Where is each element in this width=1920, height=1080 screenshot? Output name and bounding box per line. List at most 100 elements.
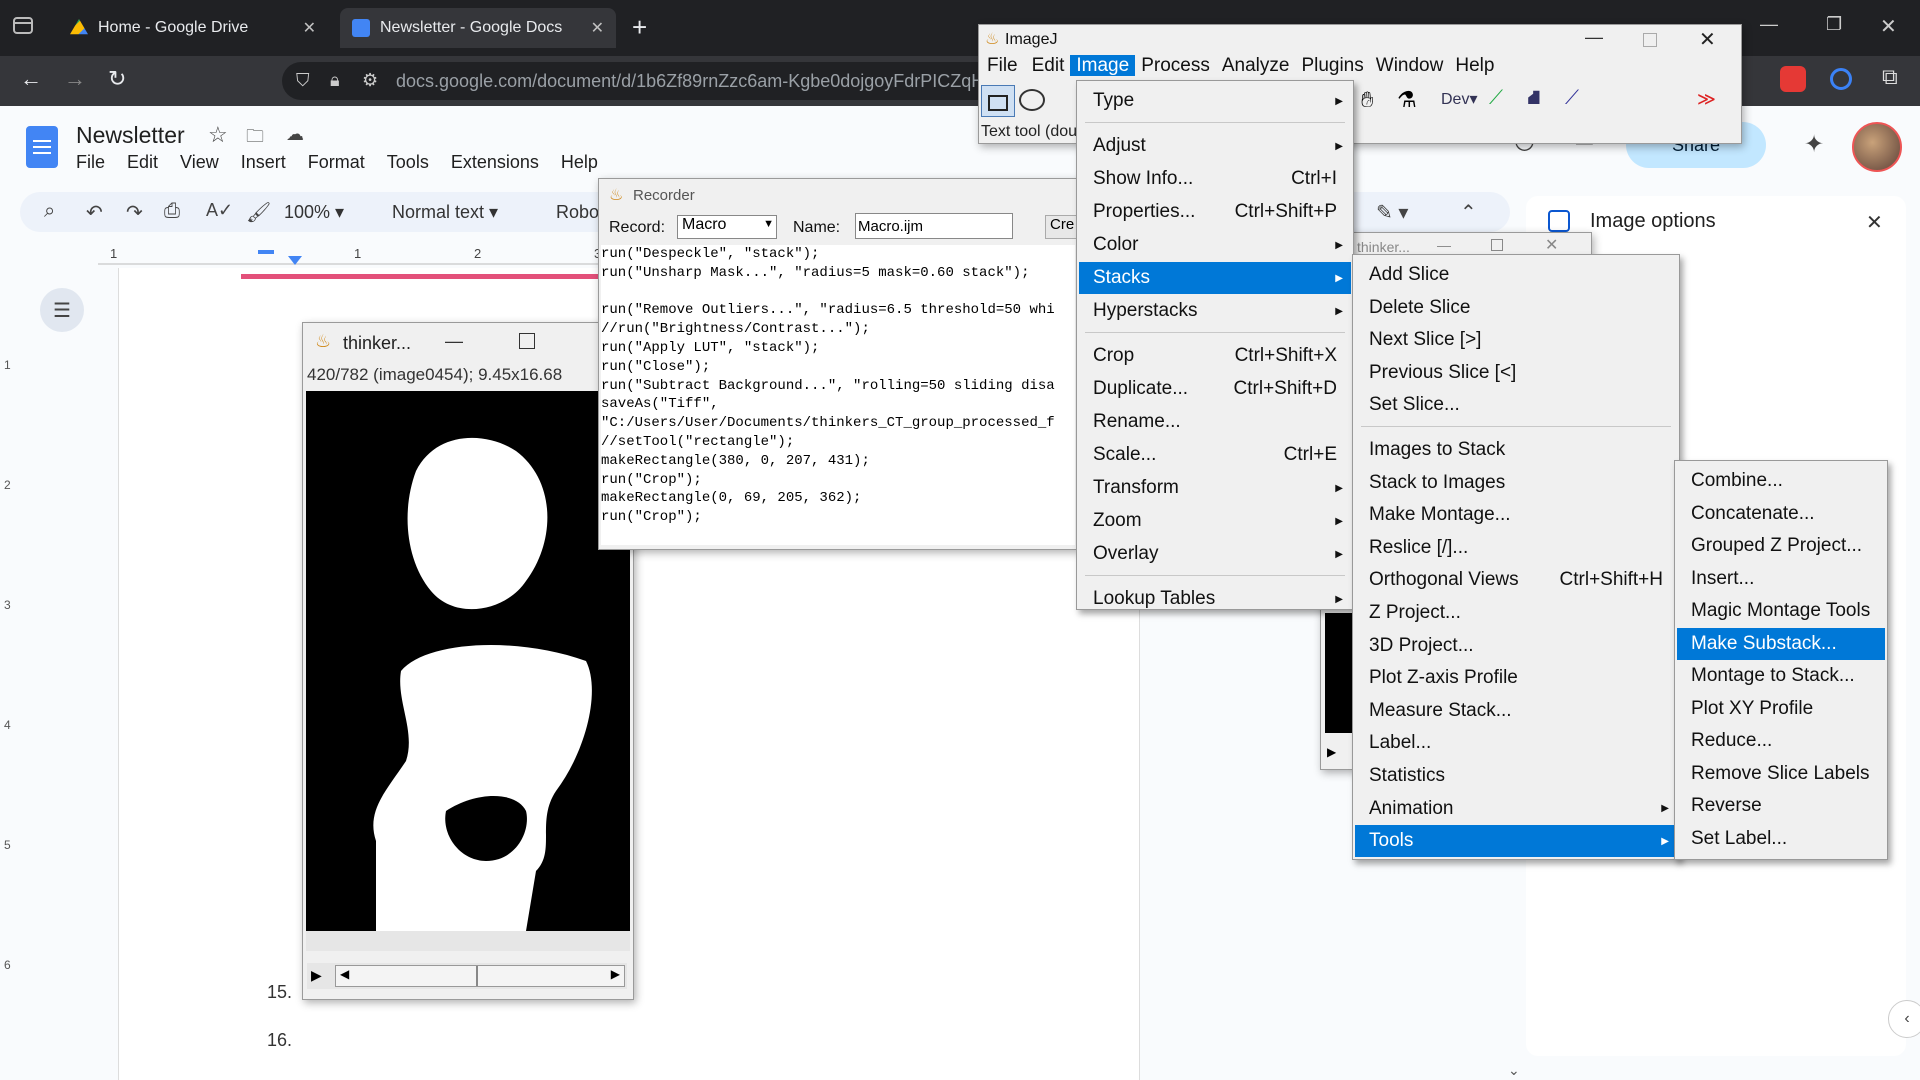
menu-item-measure-stack[interactable]: Measure Stack... bbox=[1355, 695, 1677, 727]
slider-left-arrow-icon[interactable]: ◀ bbox=[340, 967, 349, 981]
menu-edit[interactable]: Edit bbox=[127, 152, 158, 172]
forward-icon[interactable]: → bbox=[64, 66, 86, 92]
paint-format-icon[interactable]: 🖌︎ bbox=[246, 200, 271, 225]
menu-extensions[interactable]: Extensions bbox=[451, 152, 539, 172]
extension-icon[interactable] bbox=[1830, 68, 1852, 90]
menu-item-magic-montage-tools[interactable]: Magic Montage Tools bbox=[1677, 595, 1885, 627]
cloud-status-icon[interactable]: ☁ bbox=[286, 124, 304, 145]
ij-menu-edit[interactable]: Edit bbox=[1026, 55, 1071, 76]
menu-item-label[interactable]: Label... bbox=[1355, 727, 1677, 759]
rectangle-tool-icon[interactable] bbox=[981, 85, 1015, 117]
dev-tool-icon[interactable]: Dev▾ bbox=[1441, 89, 1477, 109]
menu-item-transform[interactable]: Transform ▶ bbox=[1079, 472, 1351, 504]
menu-item-animation[interactable]: Animation ▶ bbox=[1355, 793, 1677, 825]
tab-newsletter-docs[interactable]: Newsletter - Google Docs ✕ bbox=[340, 8, 616, 48]
stack-slider[interactable]: ▶ ◀ ▶ bbox=[307, 963, 627, 989]
close-browser-icon[interactable]: ✕ bbox=[1880, 14, 1897, 39]
document-outline-icon[interactable]: ☰ bbox=[40, 288, 84, 332]
menu-item-stacks[interactable]: Stacks ▶ bbox=[1079, 262, 1351, 294]
create-button[interactable]: Cre bbox=[1045, 215, 1077, 239]
menu-item-reverse[interactable]: Reverse bbox=[1677, 790, 1885, 822]
menu-item-overlay[interactable]: Overlay ▶ bbox=[1079, 538, 1351, 570]
slider-thumb[interactable] bbox=[476, 966, 478, 986]
zoom-select[interactable]: 100% ▾ bbox=[284, 202, 344, 223]
menu-item-set-label[interactable]: Set Label... bbox=[1677, 823, 1885, 855]
menu-item-add-slice[interactable]: Add Slice bbox=[1355, 259, 1677, 291]
pipette-tool-icon[interactable]: ⟋ bbox=[1565, 87, 1579, 110]
editing-mode-icon[interactable]: ✎ ▾ bbox=[1376, 200, 1408, 225]
menu-item-delete-slice[interactable]: Delete Slice bbox=[1355, 292, 1677, 324]
menu-item-scale[interactable]: Scale... Ctrl+E bbox=[1079, 439, 1351, 471]
minimize-icon[interactable]: — bbox=[445, 331, 463, 352]
menu-item-reslice[interactable]: Reslice [/]... bbox=[1355, 532, 1677, 564]
menu-item-reduce[interactable]: Reduce... bbox=[1677, 725, 1885, 757]
record-type-select[interactable]: Macro ▼ bbox=[677, 215, 777, 239]
menu-item-zoom[interactable]: Zoom ▶ bbox=[1079, 505, 1351, 537]
minimize-icon[interactable]: — bbox=[1437, 237, 1451, 253]
redo-icon[interactable]: ↷ bbox=[126, 200, 143, 225]
minimize-icon[interactable]: — bbox=[1585, 27, 1603, 48]
dropper-tool-icon[interactable]: ⚗ bbox=[1397, 87, 1417, 113]
new-tab-button[interactable]: + bbox=[632, 12, 647, 43]
menu-item-duplicate[interactable]: Duplicate... Ctrl+Shift+D bbox=[1079, 373, 1351, 405]
menu-tools[interactable]: Tools bbox=[387, 152, 429, 172]
play-animation-icon[interactable]: ▶ bbox=[1327, 745, 1336, 759]
close-icon[interactable]: ✕ bbox=[1545, 235, 1558, 255]
shield-icon[interactable]: ⛉ bbox=[296, 70, 310, 91]
more-tools-icon[interactable]: ≫ bbox=[1697, 89, 1716, 110]
menu-item-adjust[interactable]: Adjust ▶ bbox=[1079, 130, 1351, 162]
menu-item-statistics[interactable]: Statistics bbox=[1355, 760, 1677, 792]
oval-tool-icon[interactable] bbox=[1019, 89, 1045, 111]
minimize-browser-icon[interactable]: — bbox=[1760, 14, 1778, 35]
slider-track[interactable]: ◀ ▶ bbox=[335, 965, 625, 987]
menu-item-3d-project[interactable]: 3D Project... bbox=[1355, 630, 1677, 662]
menu-item-images-to-stack[interactable]: Images to Stack bbox=[1355, 434, 1677, 466]
menu-insert[interactable]: Insert bbox=[241, 152, 286, 172]
tab-google-drive[interactable]: Home - Google Drive ✕ bbox=[58, 8, 328, 48]
menu-item-montage-to-stack[interactable]: Montage to Stack... bbox=[1677, 660, 1885, 692]
close-icon[interactable]: ✕ bbox=[1699, 27, 1716, 52]
ij-menu-help[interactable]: Help bbox=[1449, 55, 1500, 76]
tab-search-icon[interactable] bbox=[12, 14, 34, 42]
move-folder-icon[interactable]: 🗀 bbox=[246, 124, 264, 154]
site-settings-icon[interactable]: ⚙ bbox=[362, 70, 378, 91]
back-icon[interactable]: ← bbox=[20, 66, 42, 92]
restore-browser-icon[interactable]: ❐ bbox=[1826, 14, 1842, 35]
close-tab-icon[interactable]: ✕ bbox=[591, 18, 604, 38]
flood-fill-tool-icon[interactable]: ⛘ bbox=[1527, 87, 1541, 112]
left-indent-handle[interactable] bbox=[288, 256, 302, 265]
ij-menu-file[interactable]: File bbox=[979, 55, 1026, 76]
menu-item-color[interactable]: Color ▶ bbox=[1079, 229, 1351, 261]
maximize-icon[interactable] bbox=[1491, 239, 1503, 251]
image-canvas[interactable] bbox=[306, 391, 630, 951]
menu-item-stack-to-images[interactable]: Stack to Images bbox=[1355, 467, 1677, 499]
spellcheck-icon[interactable]: A✓ bbox=[206, 200, 233, 221]
maximize-icon[interactable] bbox=[1643, 33, 1657, 47]
menu-item-plot-z-axis-profile[interactable]: Plot Z-axis Profile bbox=[1355, 662, 1677, 694]
menu-item-set-slice[interactable]: Set Slice... bbox=[1355, 389, 1677, 421]
slider-right-arrow-icon[interactable]: ▶ bbox=[611, 967, 620, 981]
menu-item-make-montage[interactable]: Make Montage... bbox=[1355, 499, 1677, 531]
recorder-text-area[interactable]: run("Despeckle", "stack"); run("Unsharp M… bbox=[601, 245, 1075, 545]
menu-view[interactable]: View bbox=[180, 152, 219, 172]
ij-menu-window[interactable]: Window bbox=[1370, 55, 1450, 76]
menu-file[interactable]: File bbox=[76, 152, 105, 172]
lock-icon[interactable]: 🔒︎ bbox=[330, 70, 340, 91]
print-icon[interactable]: ⎙ bbox=[164, 200, 180, 223]
play-animation-icon[interactable]: ▶ bbox=[311, 967, 322, 984]
hand-tool-icon[interactable]: ✋︎ bbox=[1361, 87, 1374, 113]
macro-name-field[interactable] bbox=[855, 213, 1013, 239]
gemini-sparkle-icon[interactable]: ✦ bbox=[1804, 130, 1824, 159]
maximize-icon[interactable] bbox=[519, 333, 535, 349]
first-line-indent-handle[interactable] bbox=[258, 250, 274, 254]
menu-item-crop[interactable]: Crop Ctrl+Shift+X bbox=[1079, 340, 1351, 372]
scroll-down-icon[interactable]: ⌄ bbox=[1508, 1062, 1520, 1079]
menu-item-z-project[interactable]: Z Project... bbox=[1355, 597, 1677, 629]
search-menus-icon[interactable]: ⌕ bbox=[44, 200, 55, 223]
close-panel-icon[interactable]: ✕ bbox=[1866, 210, 1883, 235]
menu-item-tools[interactable]: Tools ▶ bbox=[1355, 825, 1677, 858]
collapse-menus-icon[interactable]: ⌃ bbox=[1460, 200, 1477, 225]
menu-help[interactable]: Help bbox=[561, 152, 598, 172]
font-select[interactable]: Robo bbox=[556, 202, 599, 223]
reload-icon[interactable]: ↻ bbox=[108, 66, 126, 92]
